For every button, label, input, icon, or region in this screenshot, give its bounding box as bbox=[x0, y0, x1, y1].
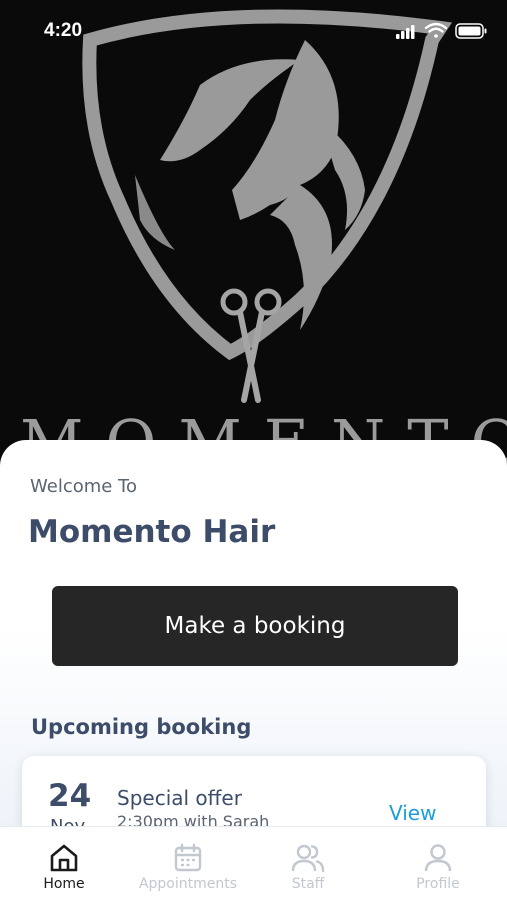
salon-logo bbox=[82, 9, 453, 403]
users-icon bbox=[291, 844, 325, 873]
make-booking-button[interactable]: Make a booking bbox=[52, 586, 458, 666]
calendar-icon bbox=[174, 843, 202, 872]
battery-icon bbox=[455, 23, 487, 39]
home-icon bbox=[50, 844, 78, 872]
upcoming-booking-title: Upcoming booking bbox=[31, 715, 252, 739]
tab-profile[interactable]: Profile bbox=[398, 827, 478, 900]
booking-title: Special offer bbox=[117, 786, 242, 810]
salon-name: Momento Hair bbox=[28, 514, 276, 550]
booking-detail: 2:30pm with Sarah bbox=[117, 812, 270, 826]
booking-month: Nov bbox=[50, 816, 85, 826]
tab-bar: Home Appointments Staff Profile bbox=[0, 826, 507, 900]
tab-profile-label: Profile bbox=[416, 876, 460, 892]
status-icons bbox=[396, 22, 487, 39]
tab-staff-label: Staff bbox=[291, 876, 325, 892]
status-bar: 4:20 bbox=[0, 0, 507, 60]
upcoming-booking-card[interactable]: 24 Nov Special offer 2:30pm with Sarah V… bbox=[22, 756, 486, 826]
tab-staff[interactable]: Staff bbox=[268, 827, 348, 900]
booking-day: 24 bbox=[48, 778, 92, 814]
tab-appointments[interactable]: Appointments bbox=[128, 827, 248, 900]
welcome-label: Welcome To bbox=[30, 476, 138, 497]
wifi-icon bbox=[424, 22, 448, 38]
view-booking-link[interactable]: View bbox=[389, 801, 436, 825]
brand-hero: MOMENTO bbox=[0, 0, 507, 470]
profile-icon bbox=[424, 844, 452, 872]
status-time: 4:20 bbox=[44, 20, 83, 41]
tab-appointments-label: Appointments bbox=[138, 876, 238, 892]
tab-home-label: Home bbox=[43, 876, 85, 892]
home-sheet: Welcome To Momento Hair Make a booking U… bbox=[0, 440, 507, 826]
tab-home[interactable]: Home bbox=[24, 827, 104, 900]
signal-icon bbox=[396, 25, 415, 39]
